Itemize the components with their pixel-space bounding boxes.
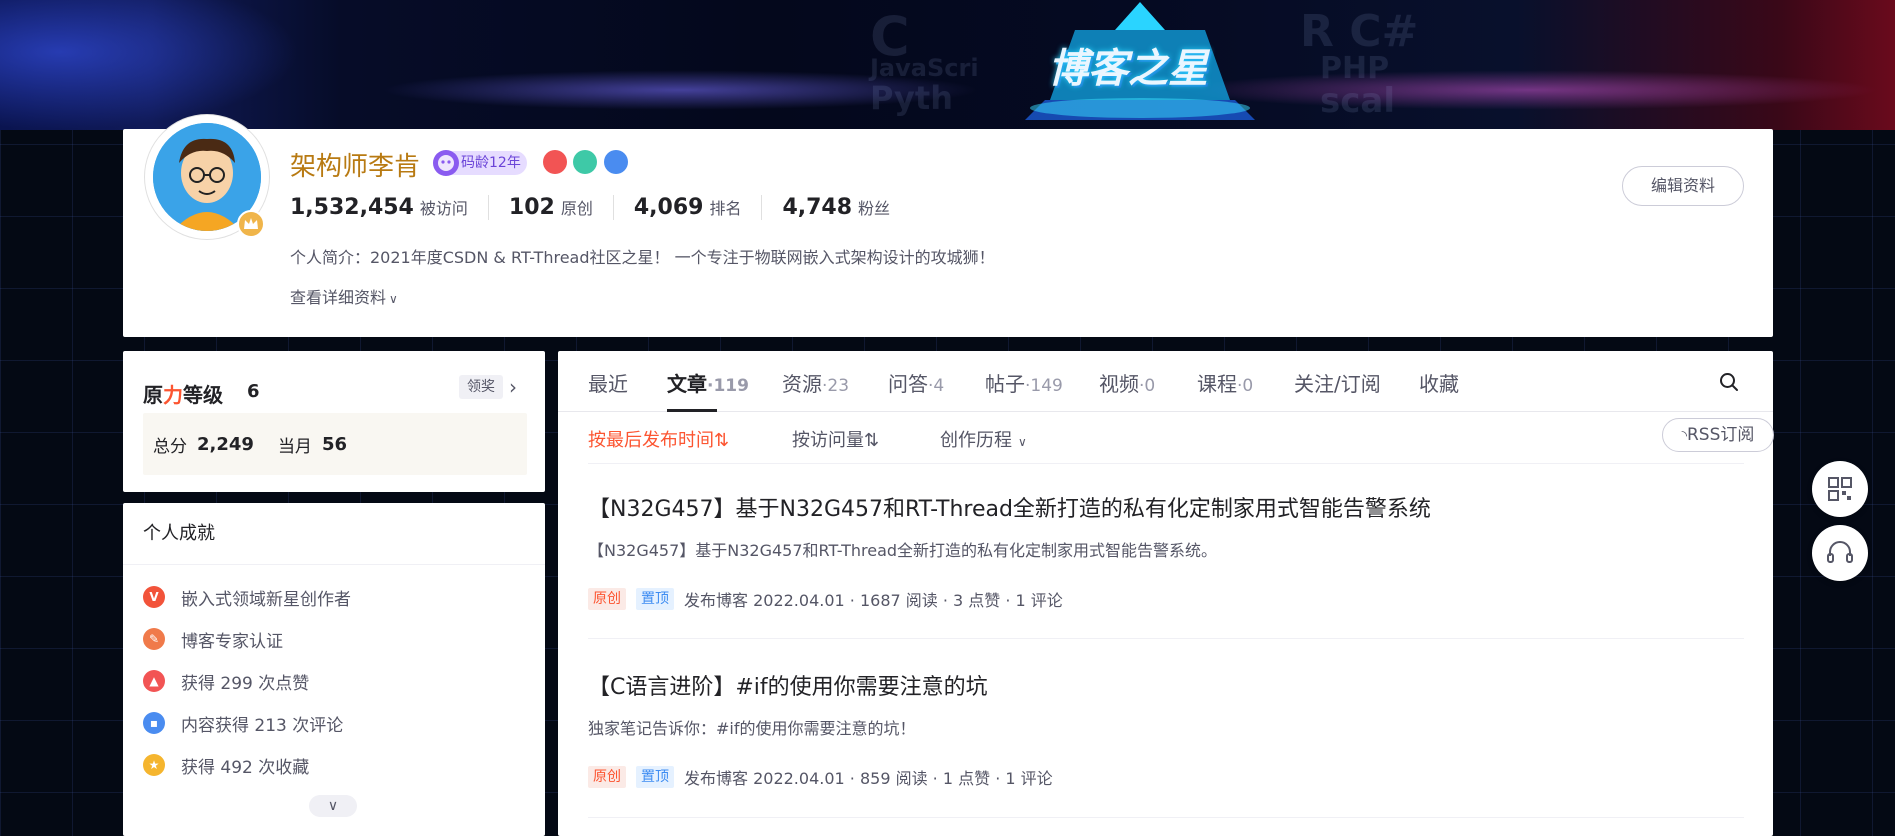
achievement-item: ★ 获得 492 次收藏 [143, 751, 309, 779]
stat-original[interactable]: 102 原创 [487, 194, 613, 220]
article-item[interactable]: 【C语言进阶】#if的使用你需要注意的坑 独家笔记告诉你：#if的使用你需要注意… [588, 669, 1744, 789]
achievement-item: ▪ 内容获得 213 次评论 [143, 709, 343, 737]
username[interactable]: 架构师李肯 [290, 146, 420, 183]
rank-level: 6 [247, 381, 260, 402]
chevron-down-icon: ∨ [1018, 435, 1027, 449]
tab-recent[interactable]: 最近 [588, 368, 628, 397]
tab-qa[interactable]: 问答·4 [888, 368, 944, 397]
tab-articles[interactable]: 文章·119 [667, 368, 749, 397]
v-badge-icon: V [143, 586, 165, 608]
edit-profile-button[interactable]: 编辑资料 [1622, 166, 1744, 206]
divider [588, 817, 1744, 818]
community-icon [573, 150, 597, 174]
qrcode-button[interactable] [1812, 461, 1868, 517]
profile-stats: 1,532,454 被访问 102 原创 4,069 排名 4,748 粉丝 [290, 193, 910, 221]
star-badge-icon: ★ [143, 754, 165, 776]
rank-card: 原力等级 6 领奖 › 总分 2,249 当月 56 [123, 351, 545, 492]
achievement-item: V 嵌入式领域新星创作者 [143, 583, 351, 611]
stat-fans[interactable]: 4,748 粉丝 [761, 194, 910, 220]
chevron-down-icon: ∨ [389, 292, 398, 306]
tab-resources[interactable]: 资源·23 [782, 368, 849, 397]
pinned-tag: 置顶 [636, 766, 674, 788]
rank-title: 原力等级 [143, 383, 223, 407]
stat-rank[interactable]: 4,069 排名 [612, 194, 762, 220]
article-title[interactable]: 【N32G457】基于N32G457和RT-Thread全新打造的私有化定制家用… [588, 491, 1744, 523]
more-info-link[interactable]: 查看详细资料 ∨ [290, 284, 398, 308]
sort-by-visits[interactable]: 按访问量⇅ [792, 426, 879, 452]
tab-posts[interactable]: 帖子·149 [985, 368, 1063, 397]
like-badge-icon: ▲ [143, 670, 165, 692]
total-score: 2,249 [197, 433, 254, 455]
achievement-item: ✎ 博客专家认证 [143, 625, 283, 653]
customer-service-button[interactable] [1812, 525, 1868, 581]
search-icon[interactable] [1718, 371, 1740, 393]
crown-icon [237, 210, 265, 238]
tab-follow[interactable]: 关注/订阅 [1294, 368, 1381, 397]
sort-by-latest[interactable]: 按最后发布时间⇅ [588, 426, 729, 452]
achievements-title: 个人成就 [123, 503, 545, 565]
pinned-tag: 置顶 [636, 588, 674, 610]
stat-visits[interactable]: 1,532,454 被访问 [290, 195, 488, 220]
tab-favorites[interactable]: 收藏 [1419, 368, 1459, 397]
banner-title: 博客之星 [1048, 46, 1208, 92]
expert-badge-icon: ✎ [143, 628, 165, 650]
code-age-icon [433, 150, 459, 176]
male-icon [604, 150, 628, 174]
content-tabs: 最近 文章·119 资源·23 问答·4 帖子·149 视频·0 课程·0 关注… [558, 351, 1773, 412]
divider [588, 638, 1744, 639]
tab-courses[interactable]: 课程·0 [1197, 368, 1253, 397]
headset-icon [1827, 541, 1853, 563]
qrcode-icon [1828, 477, 1852, 501]
article-desc: 【N32G457】基于N32G457和RT-Thread全新打造的私有化定制家用… [588, 541, 1218, 560]
month-score: 56 [321, 433, 347, 455]
comment-badge-icon: ▪ [143, 712, 165, 734]
sort-bar: 按最后发布时间⇅ 按访问量⇅ 创作历程 ∨ ◝RSS订阅 [588, 412, 1774, 464]
article-desc: 独家笔记告诉你：#if的使用你需要注意的坑！ [588, 719, 916, 738]
chevron-down-icon: ∨ [327, 798, 339, 814]
articles-card: 最近 文章·119 资源·23 问答·4 帖子·149 视频·0 课程·0 关注… [558, 351, 1774, 836]
claim-reward-button[interactable]: 领奖 [459, 375, 503, 399]
achievements-card: 个人成就 V 嵌入式领域新星创作者 ✎ 博客专家认证 ▲ 获得 299 次点赞 … [123, 503, 545, 836]
article-meta: 原创 置顶 发布博客 2022.04.01 · 859 阅读 · 1 点赞 · … [588, 765, 1744, 789]
article-meta: 原创 置顶 发布博客 2022.04.01 · 1687 阅读 · 3 点赞 ·… [588, 587, 1744, 611]
expand-achievements-button[interactable]: ∨ [309, 795, 357, 817]
profile-bio: 个人简介：2021年度CSDN & RT-Thread社区之星！ 一个专注于物联… [290, 248, 995, 267]
achievement-item: ▲ 获得 299 次点赞 [143, 667, 309, 695]
rss-subscribe-button[interactable]: ◝RSS订阅 [1662, 418, 1774, 452]
score-box: 总分 2,249 当月 56 [143, 413, 527, 475]
blog-banner: C JavaScri Pyth R C# PHP scal 博客之星 [0, 0, 1895, 130]
original-tag: 原创 [588, 766, 626, 788]
article-item[interactable]: 【N32G457】基于N32G457和RT-Thread全新打造的私有化定制家用… [588, 491, 1744, 611]
expert-icon [543, 150, 567, 174]
creation-history-dropdown[interactable]: 创作历程 ∨ [940, 426, 1027, 452]
chevron-right-icon[interactable]: › [509, 375, 517, 399]
tab-videos[interactable]: 视频·0 [1099, 368, 1155, 397]
article-title[interactable]: 【C语言进阶】#if的使用你需要注意的坑 [588, 669, 1744, 701]
original-tag: 原创 [588, 588, 626, 610]
